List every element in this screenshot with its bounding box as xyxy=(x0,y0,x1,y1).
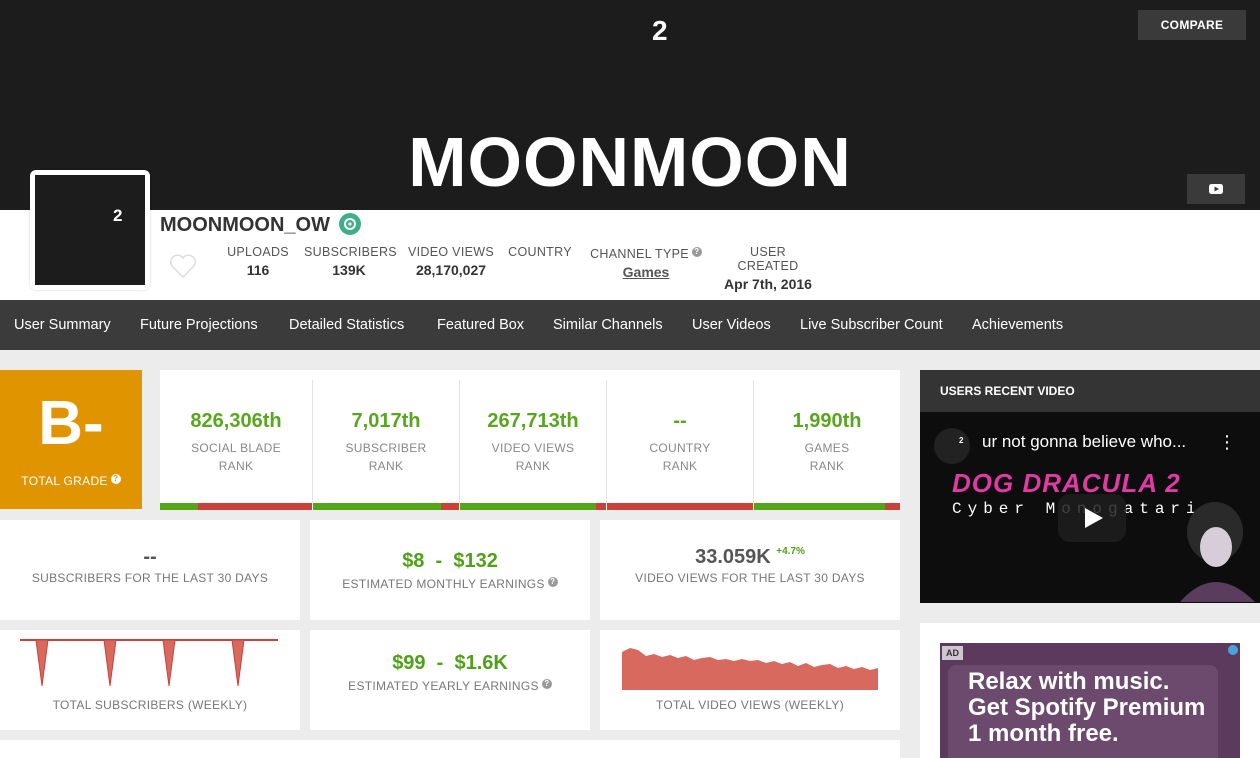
rank-bar-remainder xyxy=(596,503,606,510)
video-embed[interactable]: 2 ur not gonna believe who... ⋮ DOG DRAC… xyxy=(920,412,1260,603)
spotify-ad[interactable]: AD Relax with music. Get Spotify Premium… xyxy=(940,643,1240,758)
bottom-card xyxy=(0,740,900,758)
stat-video-views: VIDEO VIEWS 28,170,027 xyxy=(408,245,494,278)
nav-detailed-statistics[interactable]: Detailed Statistics xyxy=(289,300,404,350)
svg-text:2: 2 xyxy=(959,436,964,445)
nav-live-subscriber-count[interactable]: Live Subscriber Count xyxy=(800,300,943,350)
logo-superscript: 2 xyxy=(652,15,668,46)
ad-tag: AD xyxy=(942,646,963,660)
rank-bar-remainder xyxy=(198,503,312,510)
moon-logo-icon: 2 xyxy=(575,15,668,111)
recent-video-header: USERS RECENT VIDEO xyxy=(920,370,1260,412)
stat-channel-type: CHANNEL TYPE? Games xyxy=(586,245,706,280)
help-icon[interactable]: ? xyxy=(691,247,702,257)
svg-text:2: 2 xyxy=(113,206,122,225)
video-views-30-days-card: 33.059K +4.7% VIDEO VIEWS FOR THE LAST 3… xyxy=(600,520,900,620)
ranks-panel: 826,306th SOCIAL BLADE RANK 7,017th SUBSC… xyxy=(160,370,900,510)
rank-country: -- COUNTRY RANK xyxy=(649,410,711,473)
nav-future-projections[interactable]: Future Projections xyxy=(140,300,258,350)
subscribers-30-days-card: -- SUBSCRIBERS FOR THE LAST 30 DAYS xyxy=(0,520,300,620)
compare-button[interactable]: COMPARE xyxy=(1138,10,1246,40)
channel-type-link[interactable]: Games xyxy=(586,264,706,280)
rank-subscriber: 7,017th SUBSCRIBER RANK xyxy=(345,410,427,473)
nav-user-summary[interactable]: User Summary xyxy=(14,300,111,350)
recent-video-panel: USERS RECENT VIDEO 2 ur not gonna believ… xyxy=(920,370,1260,603)
video-views-sparkline xyxy=(622,648,878,690)
nav-bar: User Summary Future Projections Detailed… xyxy=(0,300,1260,350)
avatar: 2 xyxy=(30,170,150,290)
rank-bar-fill xyxy=(754,503,885,510)
ad-text: Relax with music. Get Spotify Premium 1 … xyxy=(948,665,1218,758)
nav-featured-box[interactable]: Featured Box xyxy=(437,300,524,350)
channel-banner: 2 MOONMOON COMPARE xyxy=(0,0,1260,210)
views-change-badge: +4.7% xyxy=(776,546,805,557)
video-channel-avatar[interactable]: 2 xyxy=(934,428,970,464)
youtube-link-button[interactable] xyxy=(1187,174,1245,204)
video-menu-icon[interactable]: ⋮ xyxy=(1218,432,1236,453)
nav-achievements[interactable]: Achievements xyxy=(972,300,1063,350)
rank-bar-fill xyxy=(460,503,596,510)
grade-label: TOTAL GRADE xyxy=(21,474,108,488)
youtube-icon xyxy=(1209,184,1223,194)
channel-name: MOONMOON_OW xyxy=(160,214,330,236)
rank-games: 1,990th GAMES RANK xyxy=(792,410,862,473)
subscribers-sparkline xyxy=(20,639,278,687)
stat-country: COUNTRY xyxy=(508,245,572,259)
favorite-heart-icon[interactable] xyxy=(168,252,198,280)
total-grade-box: B- TOTAL GRADE? xyxy=(0,370,142,509)
rank-bar-fill xyxy=(313,503,441,510)
moon-avatar-icon: 2 xyxy=(69,205,122,260)
ad-info-icon[interactable] xyxy=(1228,645,1238,655)
banner-title: MOONMOON xyxy=(408,123,852,201)
video-title[interactable]: ur not gonna believe who... xyxy=(982,432,1186,452)
monthly-earnings-card: $8 - $132 ESTIMATED MONTHLY EARNINGS? xyxy=(310,520,590,620)
play-button-icon[interactable] xyxy=(1058,494,1126,542)
rank-social-blade: 826,306th SOCIAL BLADE RANK xyxy=(190,410,282,473)
character-art xyxy=(1180,502,1255,602)
stat-user-created: USER CREATED Apr 7th, 2016 xyxy=(724,245,812,292)
nav-user-videos[interactable]: User Videos xyxy=(692,300,771,350)
rank-bar-fill xyxy=(160,503,198,510)
help-icon[interactable]: ? xyxy=(547,577,558,587)
stat-subscribers: SUBSCRIBERS 139K xyxy=(304,245,397,278)
rank-bar-remainder xyxy=(607,503,753,510)
nav-similar-channels[interactable]: Similar Channels xyxy=(553,300,663,350)
help-icon[interactable]: ? xyxy=(541,679,552,689)
rank-video-views: 267,713th VIDEO VIEWS RANK xyxy=(487,410,579,473)
ad-panel: AD Relax with music. Get Spotify Premium… xyxy=(920,623,1260,758)
total-video-views-weekly-card: TOTAL VIDEO VIEWS (WEEKLY) xyxy=(600,630,900,730)
rank-bar-remainder xyxy=(441,503,459,510)
rank-bar-remainder xyxy=(885,503,900,510)
stat-uploads: UPLOADS 116 xyxy=(227,245,289,278)
moon-icon: 2 xyxy=(944,436,964,456)
grade-letter: B- xyxy=(38,389,104,458)
total-subscribers-weekly-card: TOTAL SUBSCRIBERS (WEEKLY) xyxy=(0,630,300,730)
yearly-earnings-card: $99 - $1.6K ESTIMATED YEARLY EARNINGS? xyxy=(310,630,590,730)
help-icon[interactable]: ? xyxy=(110,474,121,484)
verified-badge-icon xyxy=(339,213,361,235)
